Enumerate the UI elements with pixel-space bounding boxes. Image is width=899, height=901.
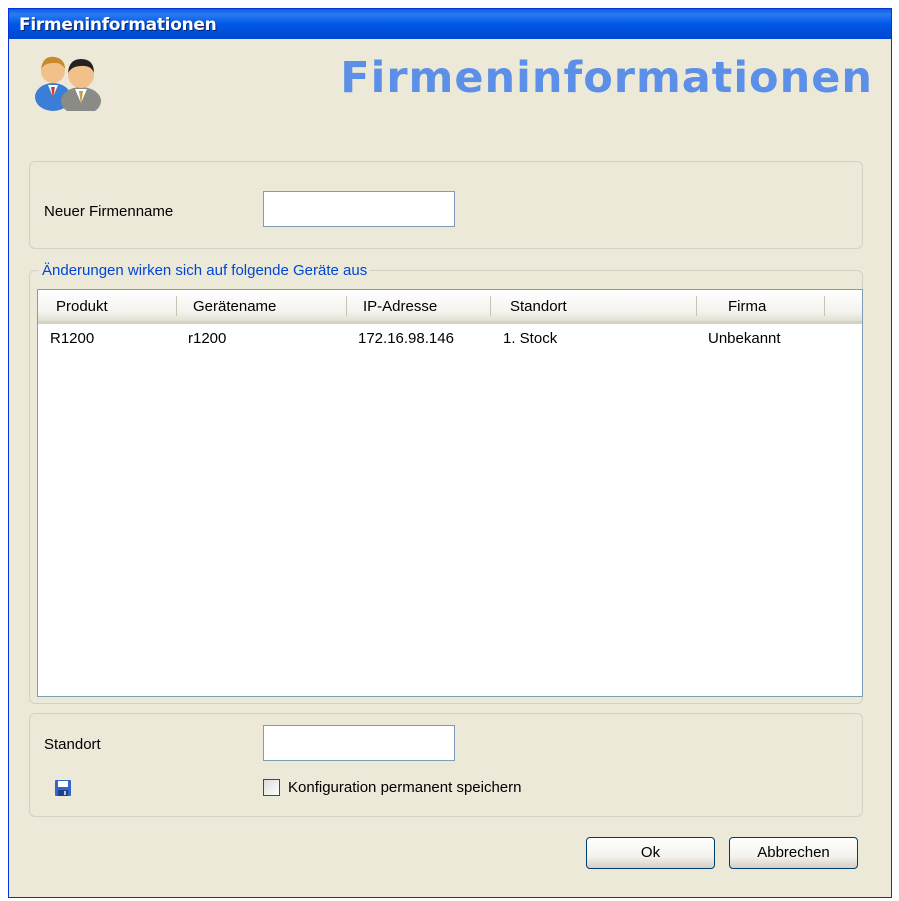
column-separator[interactable]	[176, 296, 177, 316]
device-list[interactable]: Produkt Gerätename IP-Adresse Standort F…	[37, 289, 863, 697]
ok-button[interactable]: Ok	[586, 837, 715, 869]
device-list-header: Produkt Gerätename IP-Adresse Standort F…	[38, 290, 862, 324]
users-icon	[35, 56, 101, 111]
devices-group-legend: Änderungen wirken sich auf folgende Gerä…	[39, 262, 371, 279]
company-name-label: Neuer Firmenname	[44, 203, 174, 220]
window-title: Firmeninformationen	[19, 15, 217, 35]
location-label: Standort	[44, 736, 101, 753]
location-input[interactable]	[263, 725, 455, 761]
cell-location: 1. Stock	[503, 330, 558, 347]
permanent-save-checkbox[interactable]	[263, 779, 280, 796]
column-separator[interactable]	[490, 296, 491, 316]
column-separator[interactable]	[346, 296, 347, 316]
column-header-company[interactable]: Firma	[728, 298, 766, 315]
cell-ip-address: 172.16.98.146	[358, 330, 454, 347]
column-header-ip-address[interactable]: IP-Adresse	[363, 298, 437, 315]
banner-title: Firmeninformationen	[340, 53, 873, 103]
cell-product: R1200	[50, 330, 95, 347]
column-separator[interactable]	[696, 296, 697, 316]
cell-device-name: r1200	[188, 330, 227, 347]
column-header-location[interactable]: Standort	[510, 298, 567, 315]
column-header-device-name[interactable]: Gerätename	[193, 298, 276, 315]
company-name-input[interactable]	[263, 191, 455, 227]
floppy-disk-icon	[55, 780, 71, 796]
cancel-button[interactable]: Abbrechen	[729, 837, 858, 869]
permanent-save-label[interactable]: Konfiguration permanent speichern	[288, 779, 521, 796]
column-header-product[interactable]: Produkt	[56, 298, 108, 315]
title-bar[interactable]: Firmeninformationen	[9, 9, 891, 39]
cell-company: Unbekannt	[708, 330, 781, 347]
column-separator[interactable]	[824, 296, 825, 316]
dialog-window: Firmeninformationen Firmeninformationen …	[8, 8, 892, 898]
